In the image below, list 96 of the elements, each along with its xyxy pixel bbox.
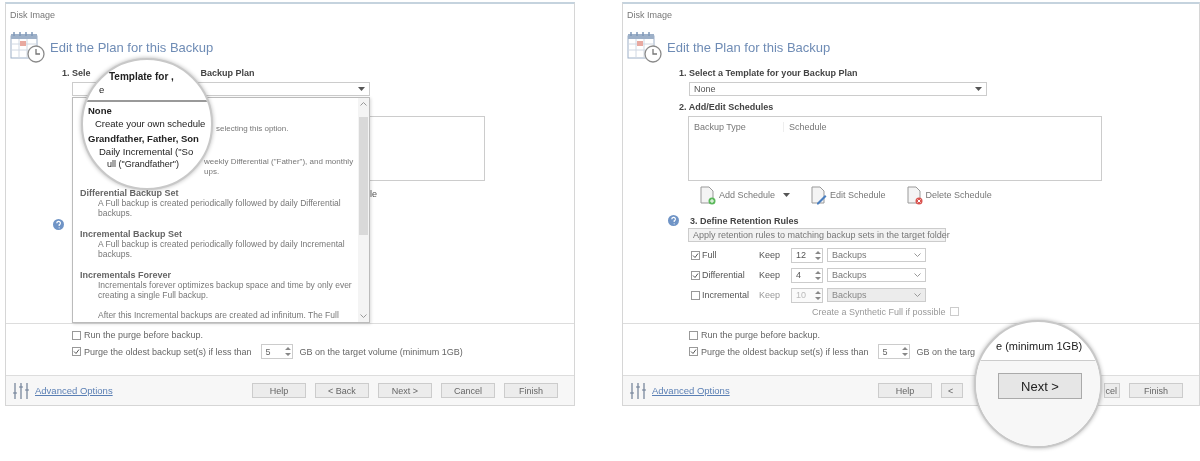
magnified-item-text: ull ("Grandfather") bbox=[107, 158, 179, 171]
list-item-text: creating a single Full backup. bbox=[98, 290, 209, 300]
next-button[interactable]: Next > bbox=[998, 373, 1082, 399]
document-plus-icon bbox=[699, 185, 717, 205]
checkbox-label: Run the purge before backup. bbox=[701, 330, 821, 340]
calendar-clock-icon bbox=[627, 31, 663, 63]
list-item-text: backups. bbox=[98, 249, 133, 259]
list-item-text: selecting this option. bbox=[216, 124, 289, 134]
keep-label: Keep bbox=[759, 290, 782, 300]
advanced-options-link[interactable]: Advanced Options bbox=[652, 385, 730, 396]
spin-arrows-icon bbox=[814, 288, 822, 302]
magnified-item-text: Create your own schedule bbox=[95, 117, 206, 130]
list-item-title[interactable]: Differential Backup Set bbox=[80, 188, 179, 198]
dialog-button[interactable]: Next > bbox=[378, 383, 432, 398]
list-item-text: ups. bbox=[204, 167, 220, 177]
unit-dropdown[interactable]: Backups bbox=[827, 268, 926, 282]
list-item-text: weekly Differential ("Father"), and monthly bbox=[204, 157, 354, 167]
magnified-item-title: None bbox=[88, 104, 112, 117]
section-label: 1. Select a Template for your Backup Plan bbox=[679, 68, 858, 78]
section-label: 1. Sele bbox=[62, 68, 91, 78]
calendar-clock-icon bbox=[10, 31, 46, 63]
dropdown-caret-icon bbox=[975, 87, 982, 91]
dropdown-caret-icon bbox=[783, 193, 791, 197]
checkbox-label: Purge the oldest backup set(s) if less than bbox=[84, 346, 252, 357]
checkbox-label: Differential bbox=[702, 270, 745, 280]
window-title: Disk Image bbox=[9, 9, 56, 22]
checkbox-label: Incremental bbox=[702, 290, 750, 300]
checkbox[interactable] bbox=[72, 347, 81, 356]
toolbar-button[interactable]: Edit Schedule bbox=[810, 185, 886, 205]
scrollbar[interactable] bbox=[358, 98, 369, 322]
document-delete-icon bbox=[905, 185, 924, 205]
toolbar-button[interactable]: Delete Schedule bbox=[905, 185, 992, 205]
checkbox[interactable] bbox=[72, 330, 81, 340]
dialog-button[interactable]: < Back bbox=[315, 383, 369, 398]
magnified-item-title: Grandfather, Father, Son bbox=[88, 132, 199, 145]
spin-field[interactable]: 4 bbox=[791, 267, 823, 283]
magnified-item-text: Daily Incremental ("So bbox=[99, 145, 194, 158]
column-header: Backup Type bbox=[689, 122, 784, 132]
toolbar-text: le bbox=[370, 189, 378, 199]
spin-field[interactable]: 5 bbox=[877, 344, 910, 359]
chevron-icon bbox=[914, 253, 921, 257]
list-item-text: backups. bbox=[98, 208, 133, 218]
help-icon bbox=[53, 219, 64, 230]
dialog-button[interactable]: Finish bbox=[504, 383, 558, 398]
magnified-value: e bbox=[99, 83, 105, 96]
checkbox-label: Run the purge before backup. bbox=[84, 330, 204, 340]
checkbox-label: Full bbox=[702, 250, 717, 260]
spin-arrows-icon bbox=[814, 248, 822, 262]
checkbox[interactable] bbox=[689, 347, 698, 356]
list-item-text: Incrementals forever optimizes backup space and time by only ever bbox=[98, 280, 352, 290]
sliders-icon bbox=[12, 381, 30, 400]
window-title: Disk Image bbox=[626, 9, 673, 22]
column-header: Schedule bbox=[788, 122, 827, 132]
spin-arrows-icon bbox=[900, 345, 909, 358]
list-item-text: A Full backup is created periodically followed by daily Differential bbox=[98, 198, 341, 208]
toolbar-button[interactable]: Add Schedule bbox=[699, 185, 776, 205]
section-label: 3. Define Retention Rules bbox=[690, 215, 799, 226]
spin-arrows-icon bbox=[814, 268, 822, 282]
unit-dropdown[interactable]: Backups bbox=[827, 248, 926, 262]
list-item-title[interactable]: Incrementals Forever bbox=[80, 270, 172, 280]
dialog-button[interactable]: Cancel bbox=[441, 383, 495, 398]
template-dropdown[interactable]: None bbox=[689, 82, 987, 96]
checkbox[interactable] bbox=[689, 330, 698, 340]
checkbox-label: Create a Synthetic Full if possible bbox=[812, 306, 946, 317]
dialog-button[interactable]: < bbox=[941, 383, 963, 398]
spin-arrows-icon bbox=[283, 345, 292, 358]
dialog-heading: Edit the Plan for this Backup bbox=[50, 39, 214, 55]
checkbox[interactable] bbox=[691, 270, 700, 280]
option-text: GB on the target volume (minimum 1GB) bbox=[299, 346, 463, 357]
dialog-button[interactable]: Help bbox=[252, 383, 306, 398]
advanced-options-link[interactable]: Advanced Options bbox=[35, 385, 113, 396]
dialog-button[interactable]: Finish bbox=[1129, 383, 1183, 398]
dropdown-caret-icon bbox=[358, 87, 365, 91]
scroll-up-icon bbox=[360, 102, 367, 106]
option-text: GB on the targ bbox=[916, 346, 976, 357]
keep-label: Keep bbox=[759, 270, 782, 280]
spin-field[interactable]: 12 bbox=[791, 247, 823, 263]
scroll-down-icon bbox=[360, 314, 367, 318]
dialog-heading: Edit the Plan for this Backup bbox=[667, 39, 831, 55]
section-label: 2. Add/Edit Schedules bbox=[679, 102, 775, 112]
chevron-icon bbox=[914, 273, 921, 277]
magnified-label: Template for , bbox=[109, 70, 174, 83]
checkbox[interactable] bbox=[691, 250, 700, 260]
keep-label: Keep bbox=[759, 250, 782, 260]
sliders-icon bbox=[629, 381, 647, 400]
section-label: Backup Plan bbox=[200, 68, 255, 78]
document-pencil-icon bbox=[810, 185, 829, 205]
list-item-text: After this Incremental backups are created ad infinitum. The Full bbox=[98, 310, 339, 320]
spin-field[interactable]: 5 bbox=[260, 344, 293, 359]
list-item-text: A Full backup is created periodically followed by daily Incremental bbox=[98, 239, 345, 249]
help-icon bbox=[668, 215, 679, 226]
dialog-button[interactable]: Help bbox=[878, 383, 932, 398]
chevron-icon bbox=[914, 293, 921, 297]
list-item-title[interactable]: Incremental Backup Set bbox=[80, 229, 183, 239]
checkbox-label: Purge the oldest backup set(s) if less than bbox=[701, 346, 869, 357]
dialog-button[interactable]: cel bbox=[1104, 383, 1120, 398]
